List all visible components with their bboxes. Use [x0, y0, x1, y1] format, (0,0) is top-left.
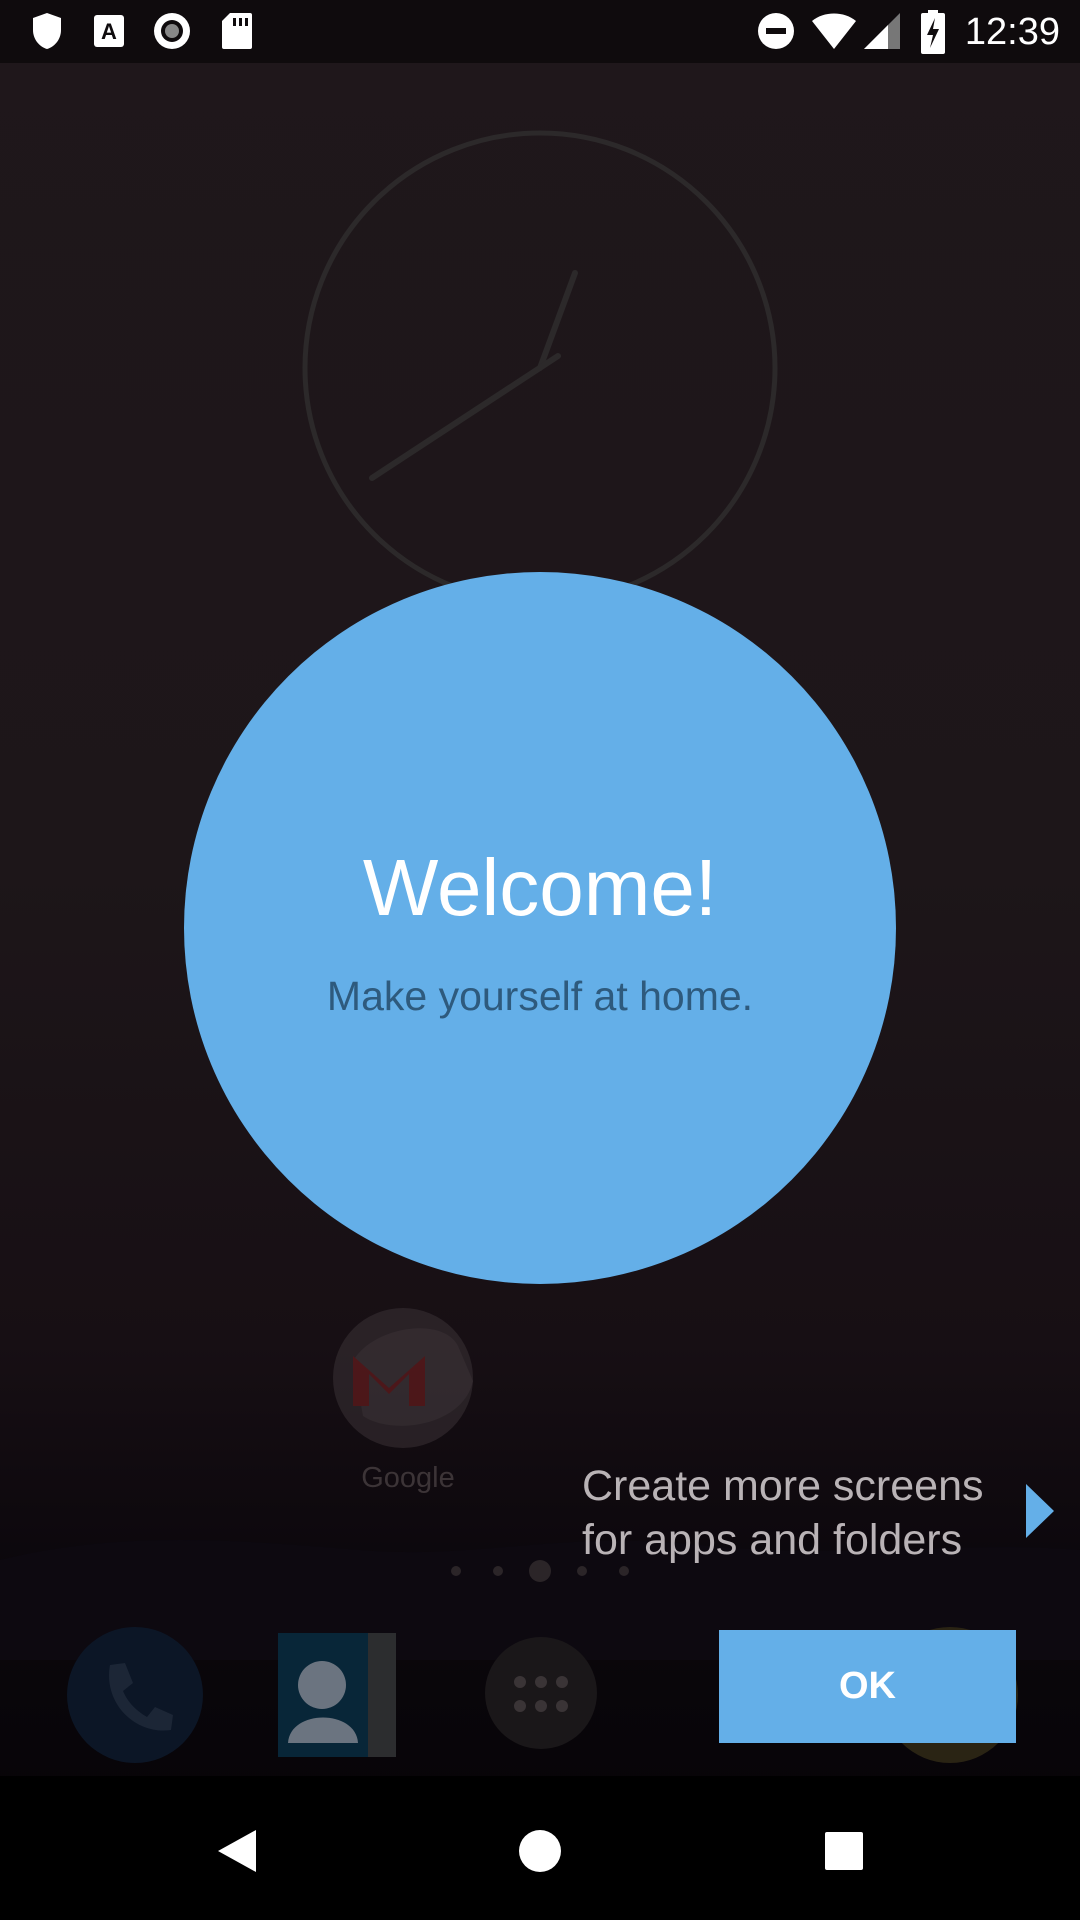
app-drawer-icon: [485, 1637, 597, 1749]
hint-line-2: for apps and folders: [582, 1516, 963, 1564]
record-icon: [154, 13, 190, 49]
sd-card-icon: [222, 13, 252, 49]
home-icon[interactable]: [515, 1826, 565, 1876]
cell-signal-icon: [864, 13, 900, 49]
battery-charging-icon: [921, 10, 945, 54]
font-icon: A: [94, 15, 124, 47]
chevron-right-icon: [1026, 1484, 1054, 1538]
shield-icon: [33, 13, 61, 49]
hint-line-1: Create more screens: [582, 1462, 984, 1510]
ok-button[interactable]: OK: [719, 1630, 1016, 1743]
gmail-icon: [333, 1308, 473, 1448]
status-time: 12:39: [964, 11, 1060, 53]
status-bar: A 12:39: [0, 0, 1080, 63]
back-icon[interactable]: [212, 1826, 262, 1876]
analog-clock-widget: [302, 130, 778, 606]
contacts-icon: [278, 1633, 396, 1757]
app-label: Google: [361, 1462, 455, 1494]
svg-text:A: A: [101, 19, 117, 44]
recents-icon[interactable]: [819, 1826, 869, 1876]
do-not-disturb-icon: [758, 13, 794, 49]
welcome-title: Welcome!: [362, 843, 718, 932]
migration-hint: Create more screens for apps and folders: [582, 1459, 1002, 1567]
welcome-subtitle: Make yourself at home.: [326, 973, 754, 1019]
wifi-icon: [812, 13, 856, 49]
phone-icon: [67, 1627, 203, 1763]
